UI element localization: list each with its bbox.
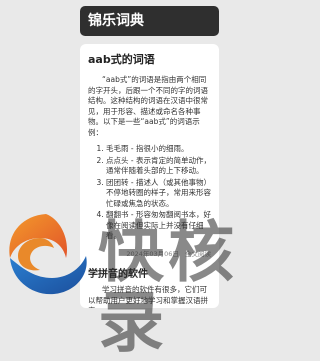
list-item: 翻翻书 - 形容匆匆翻阅书本，好像在阅读但实际上并没有仔细看。: [106, 210, 211, 242]
app-title: 锦乐词典: [88, 13, 144, 29]
read-more-link[interactable]: 全文阅读: [185, 250, 211, 258]
list-item: 点点头 - 表示肯定的简单动作，通常伴随着头部的上下移动。: [106, 156, 211, 177]
article-intro: “aab式”的词语是指由两个相同的字开头，后跟一个不同的字的词语结构。这种结构的…: [88, 75, 208, 137]
list-item: 团团转 - 描述人（或其他事物）不停地转圈的样子，常用来形容忙碌或焦急的状态。: [106, 178, 211, 210]
article-date: 2024年03月06日: [126, 250, 179, 258]
list-item: 毛毛雨 - 指很小的细雨。: [106, 144, 211, 155]
article-title[interactable]: 学拼音的软件: [88, 265, 211, 280]
article-card[interactable]: aab式的词语 “aab式”的词语是指由两个相同的字开头，后跟一个不同的字的词语…: [80, 44, 219, 264]
article-card[interactable]: 学拼音的软件 学习拼音的软件有很多，它们可以帮助用户更好地学习和掌握汉语拼音。: [80, 258, 219, 308]
example-list: 毛毛雨 - 指很小的细雨。 点点头 - 表示肯定的简单动作，通常伴随着头部的上下…: [88, 144, 211, 242]
article-title[interactable]: aab式的词语: [88, 51, 211, 67]
article-meta: 2024年03月06日 全文阅读: [122, 248, 211, 258]
app-header: 锦乐词典: [80, 6, 219, 36]
article-intro: 学习拼音的软件有很多，它们可以帮助用户更好地学习和掌握汉语拼音。: [88, 285, 208, 308]
